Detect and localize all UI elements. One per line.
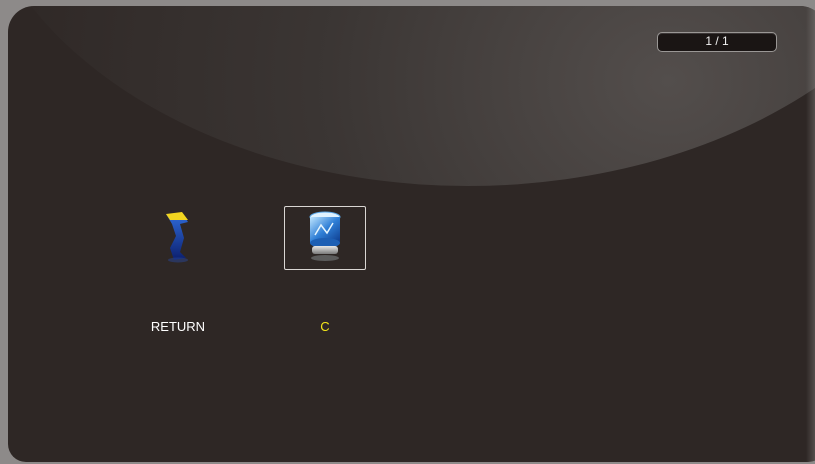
right-bevel [806,6,815,462]
page-indicator: 1 / 1 [657,32,777,52]
drive-c-label: C [320,319,330,334]
drive-c-icon-box[interactable] [284,206,366,270]
return-arrow-icon [158,208,198,269]
browser-screen [8,6,815,462]
drive-icon [303,209,347,268]
return-icon-box[interactable] [137,206,219,270]
return-label: RETURN [150,319,206,334]
